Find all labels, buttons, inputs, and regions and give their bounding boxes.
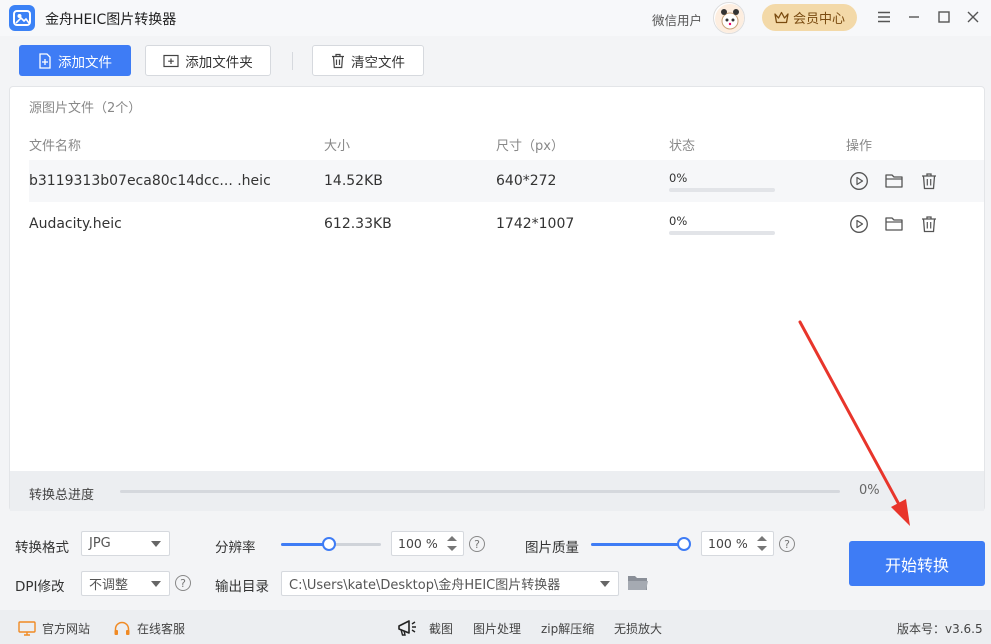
clear-files-label: 清空文件 — [351, 54, 405, 71]
online-support-label: 在线客服 — [137, 622, 186, 636]
delete-icon[interactable] — [919, 214, 939, 234]
clear-files-button[interactable]: 清空文件 — [312, 45, 424, 76]
lossless-upscale-link[interactable]: 无损放大 — [614, 620, 662, 637]
resolution-value: 100 % — [398, 536, 438, 551]
title-bar: 金舟HEIC图片转换器 微信用户 会员中心 — [0, 0, 991, 36]
total-progress-bar — [120, 490, 840, 493]
member-center-button[interactable]: 会员中心 — [762, 4, 857, 31]
file-list-title: 源图片文件（2个） — [29, 101, 142, 116]
format-label: 转换格式 — [15, 540, 69, 556]
screenshot-link[interactable]: 截图 — [429, 620, 453, 637]
start-convert-button[interactable]: 开始转换 — [849, 541, 985, 586]
add-file-label: 添加文件 — [58, 54, 112, 71]
table-row[interactable]: b3119313b07eca80c14dcc... .heic 14.52KB … — [29, 160, 984, 202]
official-website-link[interactable]: 官方网站 — [18, 620, 90, 637]
file-size: 14.52KB — [324, 173, 383, 189]
quality-value: 100 % — [708, 536, 748, 551]
member-center-label: 会员中心 — [792, 12, 845, 27]
slider-handle[interactable] — [322, 537, 336, 551]
menu-icon[interactable] — [875, 8, 893, 26]
online-support-link[interactable]: 在线客服 — [113, 620, 185, 637]
minimize-icon[interactable] — [905, 8, 923, 26]
chevron-down-icon — [151, 541, 161, 547]
add-folder-button[interactable]: 添加文件夹 — [145, 45, 271, 76]
quality-help-icon[interactable]: ? — [779, 536, 795, 552]
delete-icon[interactable] — [919, 171, 939, 191]
browse-folder-icon[interactable] — [627, 573, 649, 593]
total-progress-label: 转换总进度 — [29, 488, 95, 503]
version-label: 版本号：v3.6.5 — [897, 622, 983, 636]
image-processing-link[interactable]: 图片处理 — [473, 620, 521, 637]
stepper-arrows — [447, 536, 457, 552]
output-dir-select[interactable]: C:\Users\kate\Desktop\金舟HEIC图片转换器 — [281, 571, 619, 596]
close-icon[interactable] — [964, 8, 982, 26]
folder-icon[interactable] — [884, 214, 904, 234]
file-progress-bar — [669, 188, 775, 192]
user-name[interactable]: 微信用户 — [652, 10, 702, 29]
total-progress-area: 转换总进度 0% — [10, 471, 984, 511]
add-folder-label: 添加文件夹 — [185, 54, 253, 71]
chevron-down-icon — [151, 581, 161, 587]
file-list-panel: 源图片文件（2个） 文件名称 大小 尺寸（px） 状态 操作 b3119313b… — [9, 86, 985, 511]
column-header-name: 文件名称 — [29, 139, 82, 154]
play-icon[interactable] — [849, 214, 869, 234]
column-header-actions: 操作 — [846, 139, 873, 154]
file-status: 0% — [669, 214, 688, 228]
official-website-label: 官方网站 — [42, 622, 91, 636]
column-header-size: 大小 — [324, 139, 351, 154]
file-progress-bar — [669, 231, 775, 235]
column-header-dimensions: 尺寸（px） — [496, 139, 564, 154]
resolution-label: 分辨率 — [215, 540, 256, 556]
quality-label: 图片质量 — [525, 540, 579, 556]
app-title: 金舟HEIC图片转换器 — [45, 12, 177, 28]
crown-icon — [774, 11, 789, 24]
format-value: JPG — [89, 536, 111, 551]
increment-icon[interactable] — [757, 536, 767, 541]
resolution-slider[interactable] — [281, 536, 381, 552]
dpi-select[interactable]: 不调整 — [81, 571, 170, 596]
quality-slider[interactable] — [591, 536, 691, 552]
file-name: Audacity.heic — [29, 216, 122, 232]
decrement-icon[interactable] — [447, 546, 457, 551]
megaphone-icon — [396, 618, 420, 638]
stepper-arrows — [757, 536, 767, 552]
file-dimensions: 1742*1007 — [496, 216, 575, 232]
resolution-stepper[interactable]: 100 % — [391, 531, 464, 556]
play-icon[interactable] — [849, 171, 869, 191]
output-dir-path: C:\Users\kate\Desktop\金舟HEIC图片转换器 — [289, 578, 561, 593]
maximize-icon[interactable] — [935, 8, 953, 26]
file-size: 612.33KB — [324, 216, 392, 232]
file-status: 0% — [669, 171, 688, 185]
quality-stepper[interactable]: 100 % — [701, 531, 774, 556]
headset-icon — [114, 621, 130, 635]
output-dir-label: 输出目录 — [215, 579, 269, 595]
monitor-icon — [18, 621, 36, 636]
add-folder-icon — [163, 54, 179, 67]
file-name: b3119313b07eca80c14dcc... .heic — [29, 173, 271, 189]
toolbar-divider — [292, 52, 293, 70]
slider-fill — [591, 543, 684, 546]
chevron-down-icon — [600, 581, 610, 587]
zip-extract-link[interactable]: zip解压缩 — [541, 620, 594, 637]
column-header-status: 状态 — [669, 139, 696, 154]
dpi-help-icon[interactable]: ? — [175, 575, 191, 591]
increment-icon[interactable] — [447, 536, 457, 541]
dpi-label: DPI修改 — [15, 579, 65, 595]
resolution-help-icon[interactable]: ? — [469, 536, 485, 552]
app-logo-icon — [9, 5, 35, 31]
trash-icon — [332, 53, 344, 68]
format-select[interactable]: JPG — [81, 531, 170, 556]
slider-handle[interactable] — [677, 537, 691, 551]
decrement-icon[interactable] — [757, 546, 767, 551]
dpi-value: 不调整 — [89, 578, 129, 593]
add-file-button[interactable]: 添加文件 — [19, 45, 131, 76]
table-row[interactable]: Audacity.heic 612.33KB 1742*1007 0% — [29, 203, 984, 245]
total-progress-value: 0% — [859, 483, 880, 498]
user-avatar[interactable] — [713, 2, 745, 34]
footer-bar: 官方网站 在线客服 截图 图片处理 zip解压缩 无损放大 版本号：v3.6.5 — [0, 610, 991, 644]
add-file-icon — [39, 52, 51, 69]
file-dimensions: 640*272 — [496, 173, 557, 189]
folder-icon[interactable] — [884, 171, 904, 191]
